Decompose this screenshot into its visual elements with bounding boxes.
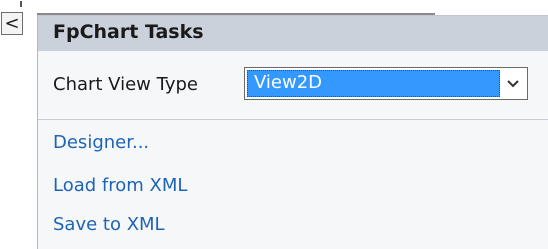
chevron-down-icon[interactable]	[501, 70, 525, 97]
tasks-panel-header: FpChart Tasks	[38, 15, 548, 51]
load-from-xml-link[interactable]: Load from XML	[53, 175, 187, 196]
panel-title: FpChart Tasks	[53, 21, 204, 43]
collapse-smart-tag-button[interactable]: <	[1, 12, 23, 35]
chart-view-type-select[interactable]: View2D	[244, 67, 528, 100]
smart-tag-stage: < FpChart Tasks Chart View Type View2D D…	[0, 0, 548, 249]
designer-link[interactable]: Designer...	[53, 132, 149, 153]
tasks-panel: FpChart Tasks Chart View Type View2D Des…	[37, 15, 548, 249]
section-divider	[38, 119, 548, 120]
chevron-left-icon: <	[4, 12, 20, 34]
chart-view-type-label: Chart View Type	[53, 74, 198, 95]
chart-view-type-value: View2D	[247, 70, 500, 97]
save-to-xml-link[interactable]: Save to XML	[53, 214, 165, 235]
designer-surface-tick	[20, 1, 22, 7]
